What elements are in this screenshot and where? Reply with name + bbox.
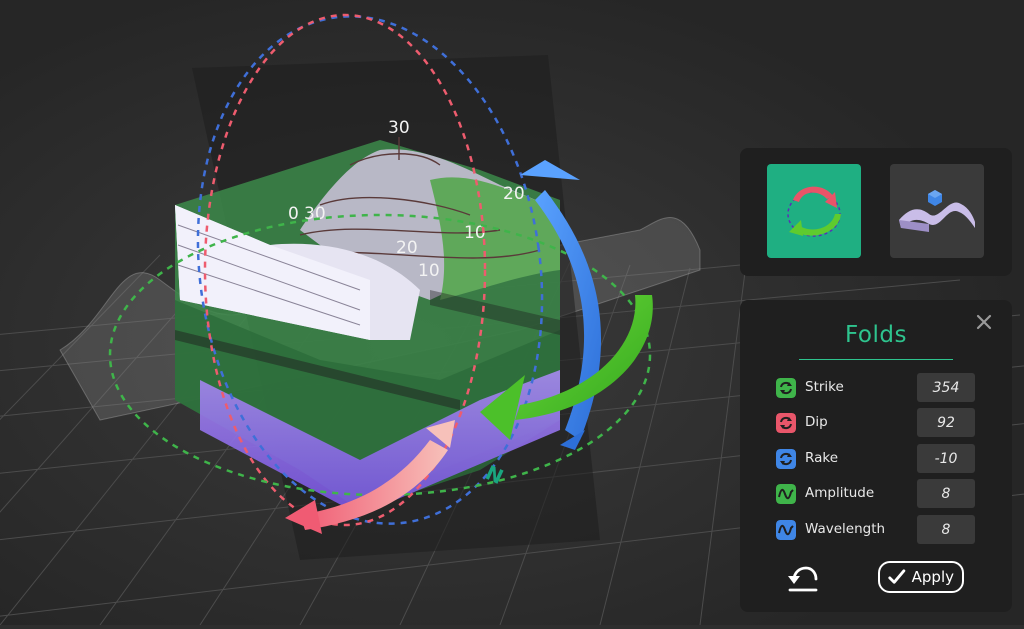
param-label: Wavelength	[805, 521, 886, 537]
param-label: Strike	[805, 379, 844, 395]
rake-rotate-icon	[776, 449, 796, 469]
rotate-icon	[787, 186, 841, 237]
undo-icon	[788, 566, 818, 592]
amplitude-wave-icon	[776, 484, 796, 504]
param-label: Rake	[805, 450, 838, 466]
param-row-dip: Dip	[776, 408, 980, 438]
rotate-mode-button[interactable]	[767, 164, 861, 258]
panel-title: Folds	[845, 322, 907, 348]
folds-panel: Folds Strike Dip Rake Amplitude Waveleng…	[740, 300, 1012, 612]
apply-label: Apply	[911, 568, 954, 586]
fold-surface-icon	[899, 190, 975, 232]
contour-label: 10	[418, 261, 440, 281]
param-row-rake: Rake	[776, 444, 980, 474]
param-row-strike: Strike	[776, 373, 980, 403]
contour-label: 0	[288, 204, 299, 224]
wavelength-wave-icon	[776, 520, 796, 540]
checkmark-icon	[888, 569, 906, 584]
contour-label: 30	[388, 118, 410, 138]
fold-mode-button[interactable]	[890, 164, 984, 258]
strike-input[interactable]	[917, 373, 975, 402]
rake-input[interactable]	[917, 444, 975, 473]
strike-rotate-icon	[776, 378, 796, 398]
title-divider	[799, 359, 953, 360]
contour-label: 20	[396, 238, 418, 258]
param-label: Dip	[805, 414, 828, 430]
apply-button[interactable]: Apply	[878, 561, 964, 593]
reset-button[interactable]	[786, 562, 820, 594]
mode-toolbar	[740, 148, 1012, 276]
amplitude-input[interactable]	[917, 479, 975, 508]
param-row-amplitude: Amplitude	[776, 479, 980, 509]
param-label: Amplitude	[805, 485, 875, 501]
contour-label: 20	[503, 184, 525, 204]
param-row-wavelength: Wavelength	[776, 515, 980, 545]
dip-rotate-icon	[776, 413, 796, 433]
dip-input[interactable]	[917, 408, 975, 437]
wavelength-input[interactable]	[917, 515, 975, 544]
